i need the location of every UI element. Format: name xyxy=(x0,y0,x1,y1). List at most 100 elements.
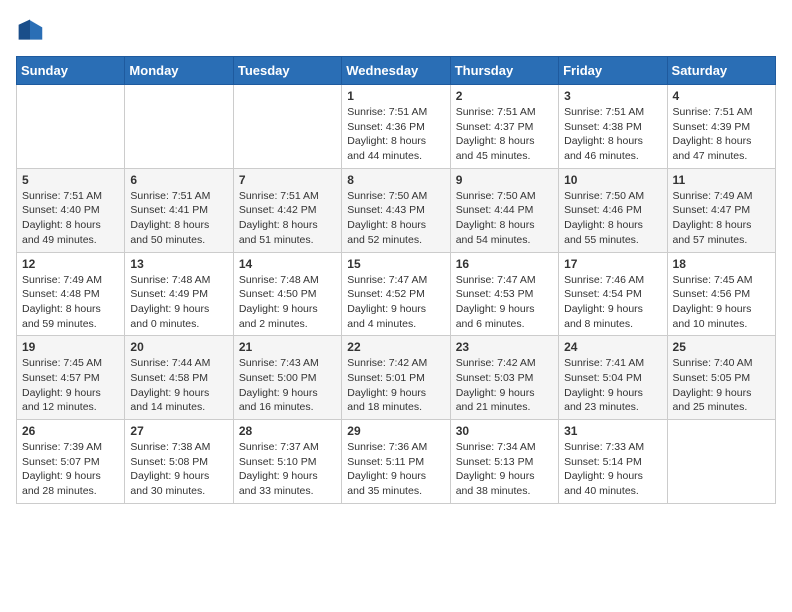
empty-cell xyxy=(667,420,775,504)
day-info: Sunrise: 7:46 AM Sunset: 4:54 PM Dayligh… xyxy=(564,273,661,332)
day-number: 31 xyxy=(564,424,661,438)
calendar-day-cell: 3 Sunrise: 7:51 AM Sunset: 4:38 PM Daylig… xyxy=(559,85,667,169)
calendar-week-row: 5 Sunrise: 7:51 AM Sunset: 4:40 PM Daylig… xyxy=(17,168,776,252)
day-number: 22 xyxy=(347,340,444,354)
day-info: Sunrise: 7:51 AM Sunset: 4:39 PM Dayligh… xyxy=(673,105,770,164)
day-number: 12 xyxy=(22,257,119,271)
day-info: Sunrise: 7:43 AM Sunset: 5:00 PM Dayligh… xyxy=(239,356,336,415)
day-info: Sunrise: 7:49 AM Sunset: 4:48 PM Dayligh… xyxy=(22,273,119,332)
day-number: 3 xyxy=(564,89,661,103)
day-number: 10 xyxy=(564,173,661,187)
calendar-day-cell: 12 Sunrise: 7:49 AM Sunset: 4:48 PM Dayli… xyxy=(17,252,125,336)
day-number: 24 xyxy=(564,340,661,354)
day-info: Sunrise: 7:39 AM Sunset: 5:07 PM Dayligh… xyxy=(22,440,119,499)
day-number: 30 xyxy=(456,424,553,438)
empty-cell xyxy=(233,85,341,169)
day-info: Sunrise: 7:49 AM Sunset: 4:47 PM Dayligh… xyxy=(673,189,770,248)
day-info: Sunrise: 7:41 AM Sunset: 5:04 PM Dayligh… xyxy=(564,356,661,415)
day-info: Sunrise: 7:45 AM Sunset: 4:57 PM Dayligh… xyxy=(22,356,119,415)
day-info: Sunrise: 7:42 AM Sunset: 5:03 PM Dayligh… xyxy=(456,356,553,415)
day-info: Sunrise: 7:42 AM Sunset: 5:01 PM Dayligh… xyxy=(347,356,444,415)
calendar-header-row: SundayMondayTuesdayWednesdayThursdayFrid… xyxy=(17,57,776,85)
calendar-day-cell: 28Sunrise: 7:37 AM Sunset: 5:10 PM Dayli… xyxy=(233,420,341,504)
logo xyxy=(16,16,48,44)
calendar-day-cell: 23 Sunrise: 7:42 AM Sunset: 5:03 PM Dayli… xyxy=(450,336,558,420)
day-info: Sunrise: 7:51 AM Sunset: 4:38 PM Dayligh… xyxy=(564,105,661,164)
calendar-day-cell: 27 Sunrise: 7:38 AM Sunset: 5:08 PM Dayli… xyxy=(125,420,233,504)
calendar-day-cell: 7Sunrise: 7:51 AM Sunset: 4:42 PM Daylig… xyxy=(233,168,341,252)
day-number: 6 xyxy=(130,173,227,187)
calendar-day-cell: 25Sunrise: 7:40 AM Sunset: 5:05 PM Dayli… xyxy=(667,336,775,420)
day-info: Sunrise: 7:51 AM Sunset: 4:36 PM Dayligh… xyxy=(347,105,444,164)
calendar-day-cell: 14 Sunrise: 7:48 AM Sunset: 4:50 PM Dayli… xyxy=(233,252,341,336)
empty-cell xyxy=(17,85,125,169)
calendar-day-cell: 13 Sunrise: 7:48 AM Sunset: 4:49 PM Dayli… xyxy=(125,252,233,336)
calendar-day-cell: 15Sunrise: 7:47 AM Sunset: 4:52 PM Dayli… xyxy=(342,252,450,336)
empty-cell xyxy=(125,85,233,169)
day-number: 1 xyxy=(347,89,444,103)
calendar-day-cell: 20Sunrise: 7:44 AM Sunset: 4:58 PM Dayli… xyxy=(125,336,233,420)
calendar-day-cell: 11 Sunrise: 7:49 AM Sunset: 4:47 PM Dayli… xyxy=(667,168,775,252)
calendar-day-cell: 8 Sunrise: 7:50 AM Sunset: 4:43 PM Daylig… xyxy=(342,168,450,252)
calendar-day-cell: 30 Sunrise: 7:34 AM Sunset: 5:13 PM Dayli… xyxy=(450,420,558,504)
calendar-day-cell: 21 Sunrise: 7:43 AM Sunset: 5:00 PM Dayli… xyxy=(233,336,341,420)
day-number: 11 xyxy=(673,173,770,187)
day-number: 5 xyxy=(22,173,119,187)
day-info: Sunrise: 7:51 AM Sunset: 4:37 PM Dayligh… xyxy=(456,105,553,164)
weekday-header-thursday: Thursday xyxy=(450,57,558,85)
calendar-table: SundayMondayTuesdayWednesdayThursdayFrid… xyxy=(16,56,776,504)
day-info: Sunrise: 7:51 AM Sunset: 4:40 PM Dayligh… xyxy=(22,189,119,248)
day-info: Sunrise: 7:38 AM Sunset: 5:08 PM Dayligh… xyxy=(130,440,227,499)
day-info: Sunrise: 7:33 AM Sunset: 5:14 PM Dayligh… xyxy=(564,440,661,499)
day-number: 21 xyxy=(239,340,336,354)
day-number: 19 xyxy=(22,340,119,354)
day-info: Sunrise: 7:50 AM Sunset: 4:46 PM Dayligh… xyxy=(564,189,661,248)
day-number: 13 xyxy=(130,257,227,271)
calendar-day-cell: 24 Sunrise: 7:41 AM Sunset: 5:04 PM Dayli… xyxy=(559,336,667,420)
day-number: 26 xyxy=(22,424,119,438)
day-info: Sunrise: 7:36 AM Sunset: 5:11 PM Dayligh… xyxy=(347,440,444,499)
day-number: 8 xyxy=(347,173,444,187)
calendar-day-cell: 17Sunrise: 7:46 AM Sunset: 4:54 PM Dayli… xyxy=(559,252,667,336)
day-info: Sunrise: 7:48 AM Sunset: 4:50 PM Dayligh… xyxy=(239,273,336,332)
calendar-day-cell: 9Sunrise: 7:50 AM Sunset: 4:44 PM Daylig… xyxy=(450,168,558,252)
weekday-header-sunday: Sunday xyxy=(17,57,125,85)
calendar-day-cell: 22 Sunrise: 7:42 AM Sunset: 5:01 PM Dayli… xyxy=(342,336,450,420)
calendar-day-cell: 18Sunrise: 7:45 AM Sunset: 4:56 PM Dayli… xyxy=(667,252,775,336)
calendar-week-row: 12 Sunrise: 7:49 AM Sunset: 4:48 PM Dayli… xyxy=(17,252,776,336)
calendar-week-row: 26 Sunrise: 7:39 AM Sunset: 5:07 PM Dayli… xyxy=(17,420,776,504)
day-number: 23 xyxy=(456,340,553,354)
generalblue-logo-icon xyxy=(16,16,44,44)
day-number: 7 xyxy=(239,173,336,187)
day-number: 9 xyxy=(456,173,553,187)
calendar-day-cell: 2Sunrise: 7:51 AM Sunset: 4:37 PM Daylig… xyxy=(450,85,558,169)
day-info: Sunrise: 7:44 AM Sunset: 4:58 PM Dayligh… xyxy=(130,356,227,415)
day-info: Sunrise: 7:48 AM Sunset: 4:49 PM Dayligh… xyxy=(130,273,227,332)
day-info: Sunrise: 7:40 AM Sunset: 5:05 PM Dayligh… xyxy=(673,356,770,415)
weekday-header-saturday: Saturday xyxy=(667,57,775,85)
weekday-header-friday: Friday xyxy=(559,57,667,85)
calendar-day-cell: 10 Sunrise: 7:50 AM Sunset: 4:46 PM Dayli… xyxy=(559,168,667,252)
day-number: 15 xyxy=(347,257,444,271)
day-number: 14 xyxy=(239,257,336,271)
day-info: Sunrise: 7:50 AM Sunset: 4:43 PM Dayligh… xyxy=(347,189,444,248)
calendar-week-row: 1 Sunrise: 7:51 AM Sunset: 4:36 PM Daylig… xyxy=(17,85,776,169)
calendar-day-cell: 6 Sunrise: 7:51 AM Sunset: 4:41 PM Daylig… xyxy=(125,168,233,252)
weekday-header-wednesday: Wednesday xyxy=(342,57,450,85)
calendar-day-cell: 4 Sunrise: 7:51 AM Sunset: 4:39 PM Daylig… xyxy=(667,85,775,169)
calendar-day-cell: 16Sunrise: 7:47 AM Sunset: 4:53 PM Dayli… xyxy=(450,252,558,336)
day-info: Sunrise: 7:51 AM Sunset: 4:41 PM Dayligh… xyxy=(130,189,227,248)
calendar-day-cell: 1 Sunrise: 7:51 AM Sunset: 4:36 PM Daylig… xyxy=(342,85,450,169)
day-info: Sunrise: 7:34 AM Sunset: 5:13 PM Dayligh… xyxy=(456,440,553,499)
day-number: 29 xyxy=(347,424,444,438)
weekday-header-tuesday: Tuesday xyxy=(233,57,341,85)
day-info: Sunrise: 7:37 AM Sunset: 5:10 PM Dayligh… xyxy=(239,440,336,499)
page-header xyxy=(16,16,776,44)
day-number: 18 xyxy=(673,257,770,271)
calendar-day-cell: 29 Sunrise: 7:36 AM Sunset: 5:11 PM Dayli… xyxy=(342,420,450,504)
calendar-day-cell: 5 Sunrise: 7:51 AM Sunset: 4:40 PM Daylig… xyxy=(17,168,125,252)
day-number: 16 xyxy=(456,257,553,271)
day-number: 27 xyxy=(130,424,227,438)
calendar-day-cell: 19 Sunrise: 7:45 AM Sunset: 4:57 PM Dayli… xyxy=(17,336,125,420)
day-number: 4 xyxy=(673,89,770,103)
